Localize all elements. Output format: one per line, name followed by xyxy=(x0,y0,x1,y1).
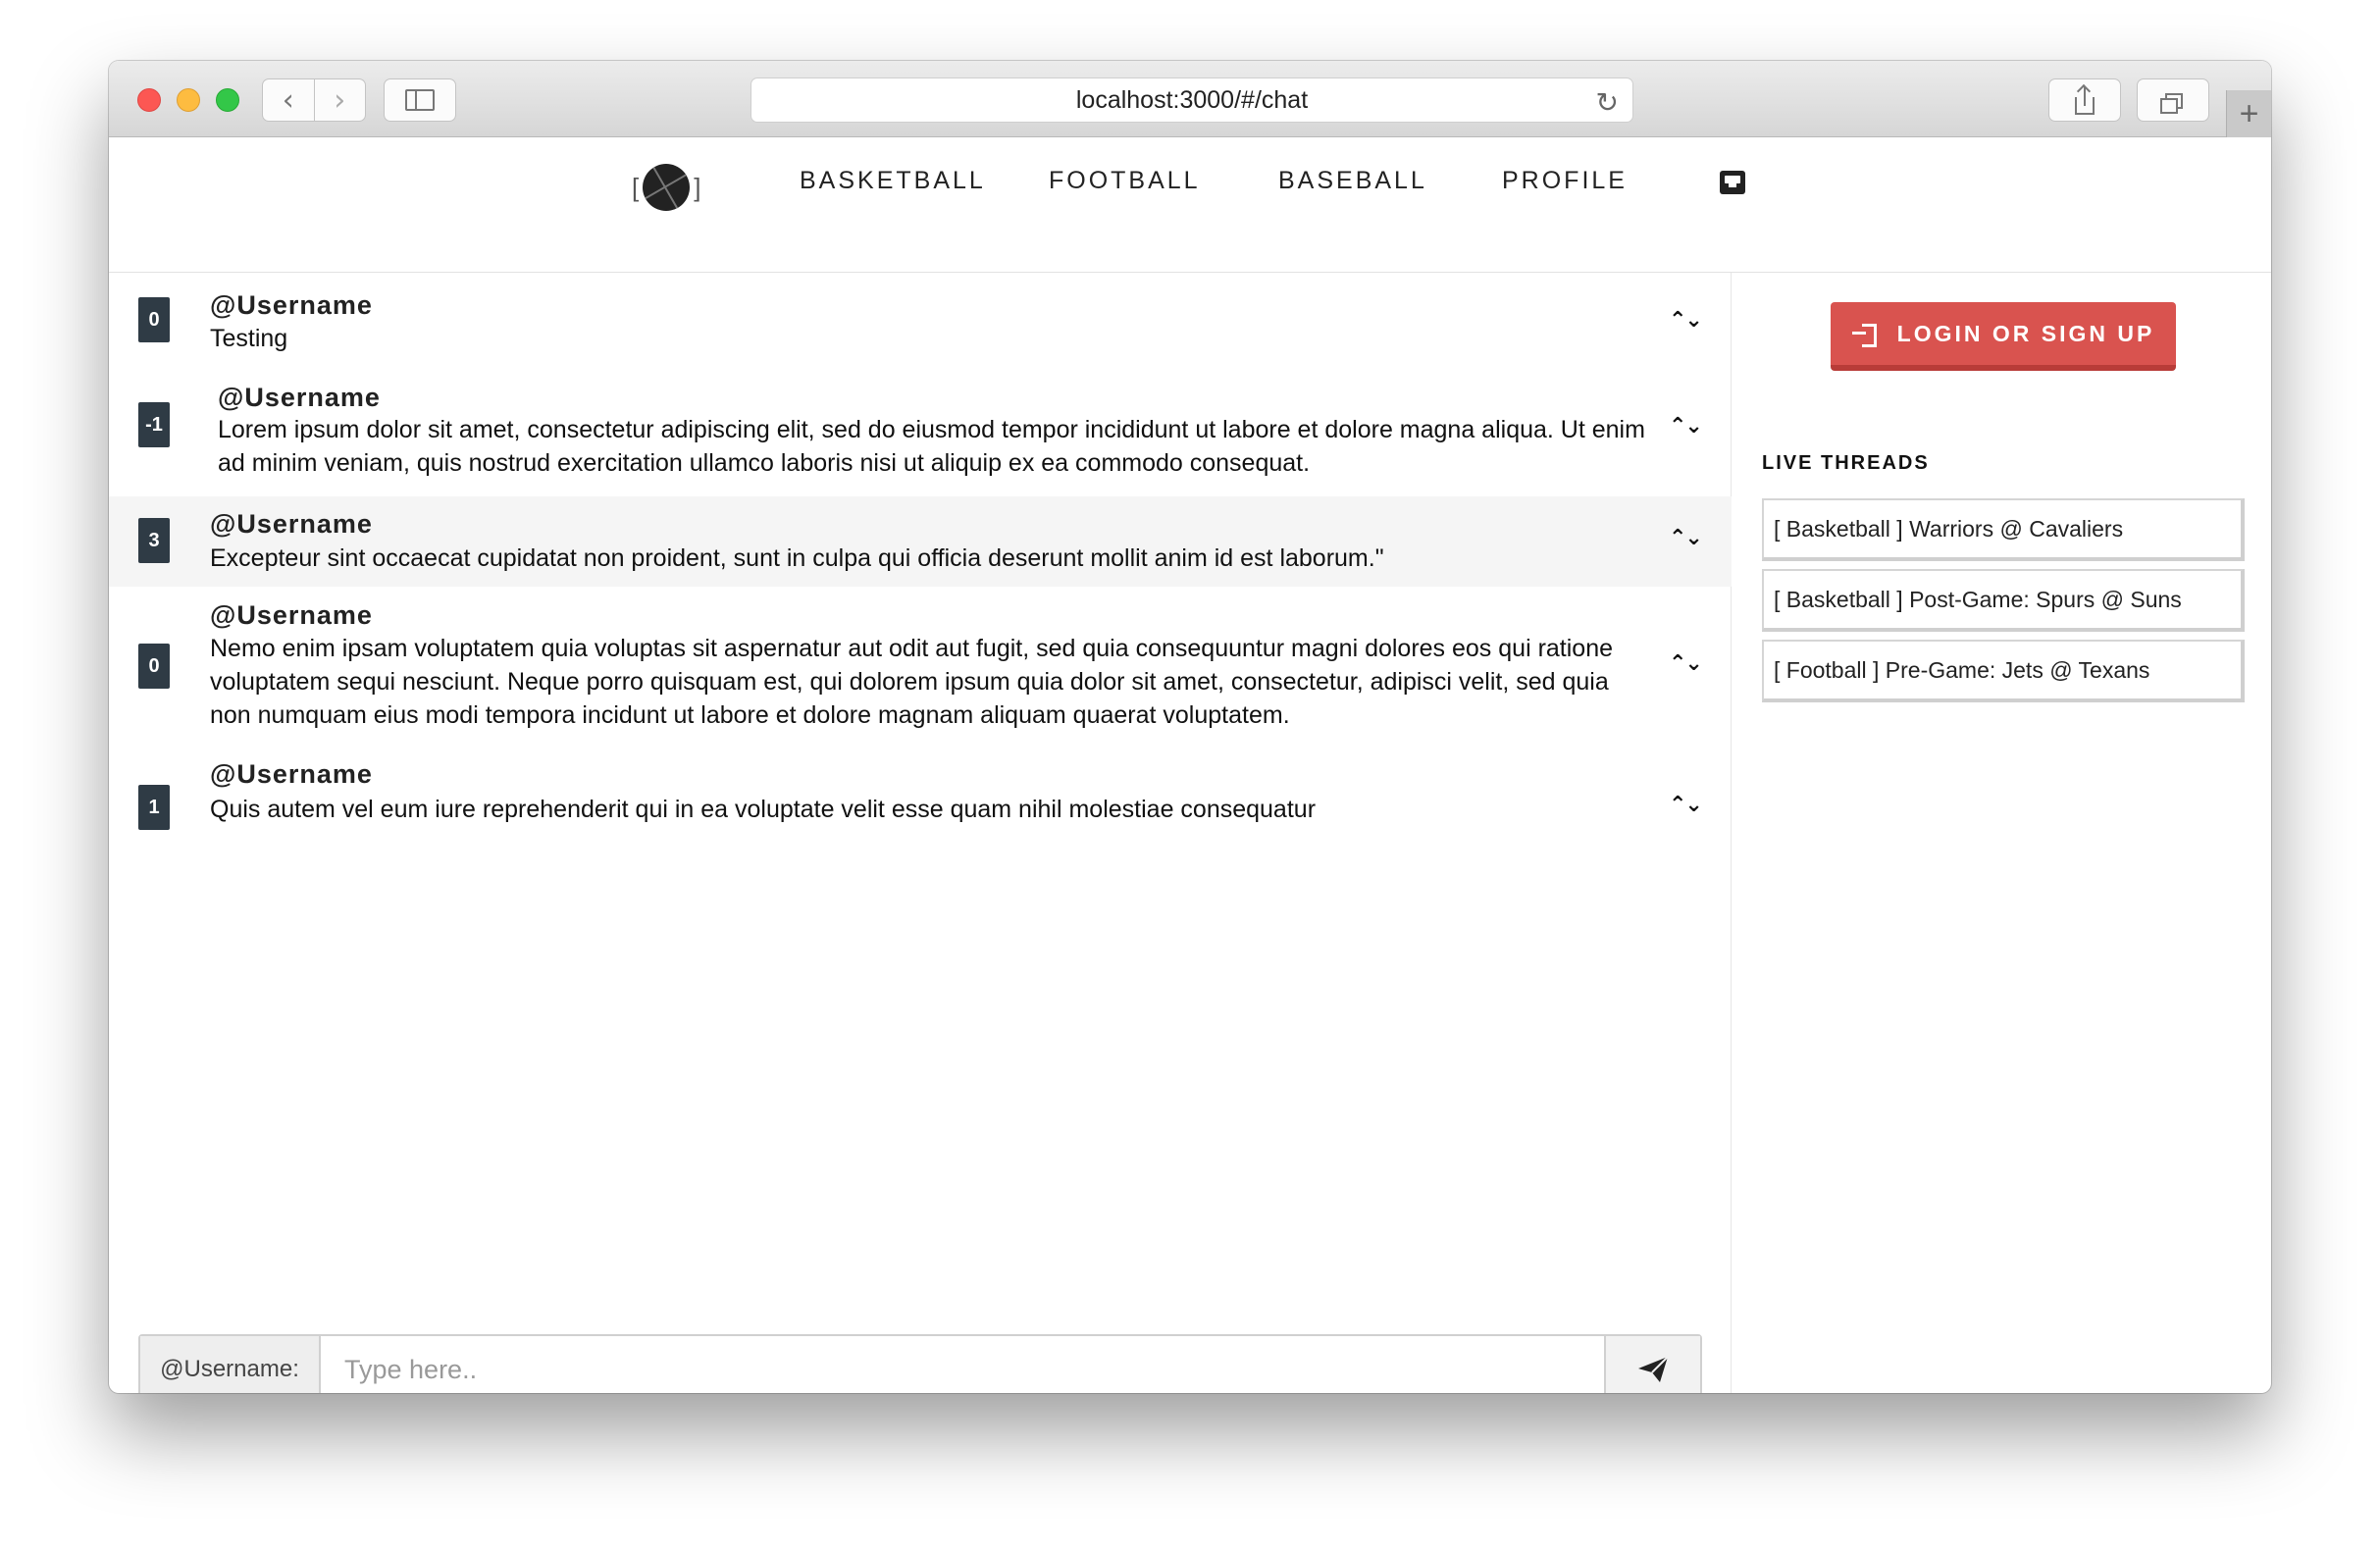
share-button[interactable] xyxy=(2048,78,2121,122)
live-thread-item[interactable]: [ Basketball ] Warriors @ Cavaliers xyxy=(1762,498,2245,561)
message-username[interactable]: @Username xyxy=(210,600,373,631)
login-signup-label: LOGIN OR SIGN UP xyxy=(1896,320,2155,346)
sidebar-icon xyxy=(405,89,435,111)
reload-icon[interactable]: ↻ xyxy=(1596,86,1619,119)
nav-football[interactable]: FOOTBALL xyxy=(1049,167,1201,195)
paper-plane-icon xyxy=(1638,1356,1669,1382)
nav-profile[interactable]: PROFILE xyxy=(1502,167,1628,195)
vote-count-badge: 3 xyxy=(138,518,170,563)
back-button[interactable]: ‹ xyxy=(263,79,314,121)
nav-baseball[interactable]: BASEBALL xyxy=(1278,167,1427,195)
vote-count-badge: -1 xyxy=(138,402,170,447)
inbox-icon[interactable] xyxy=(1720,171,1745,194)
minimize-window-button[interactable] xyxy=(177,88,200,112)
chat-message: -1 @Username Lorem ipsum dolor sit amet,… xyxy=(109,361,1732,487)
message-text: Quis autem vel eum iure reprehenderit qu… xyxy=(210,796,1317,823)
live-threads-heading: LIVE THREADS xyxy=(1762,452,1930,474)
browser-window: ‹ › localhost:3000/#/chat ↻ + [ ] BASKET… xyxy=(109,61,2271,1393)
chat-message: 3 @Username Excepteur sint occaecat cupi… xyxy=(109,496,1732,587)
browser-toolbar: ‹ › localhost:3000/#/chat ↻ + xyxy=(109,61,2271,137)
live-thread-item[interactable]: [ Football ] Pre-Game: Jets @ Texans xyxy=(1762,640,2245,702)
url-text: localhost:3000/#/chat xyxy=(1075,85,1309,114)
sidebar-toggle-button[interactable] xyxy=(384,78,456,122)
message-username[interactable]: @Username xyxy=(210,509,373,540)
new-tab-button[interactable]: + xyxy=(2226,90,2271,137)
chat-message: 1 @Username Quis autem vel eum iure repr… xyxy=(109,749,1732,844)
vote-arrows-icon[interactable]: ⌃⌄ xyxy=(1669,414,1703,439)
message-username[interactable]: @Username xyxy=(218,383,381,413)
chat-message: 0 @Username Testing ⌃⌄ xyxy=(109,273,1732,361)
message-text: Excepteur sint occaecat cupidatat non pr… xyxy=(210,544,1384,572)
vote-arrows-icon[interactable]: ⌃⌄ xyxy=(1669,651,1703,676)
message-text: Lorem ipsum dolor sit amet, consectetur … xyxy=(218,416,1645,477)
login-signup-button[interactable]: LOGIN OR SIGN UP xyxy=(1831,302,2176,371)
message-text: Testing xyxy=(210,325,288,352)
site-navbar: [ ] BASKETBALL FOOTBALL BASEBALL PROFILE xyxy=(109,137,2271,273)
vote-arrows-icon[interactable]: ⌃⌄ xyxy=(1669,793,1703,817)
composer-username-prefix: @Username: xyxy=(140,1336,321,1393)
show-tabs-button[interactable] xyxy=(2137,78,2209,122)
nav-basketball[interactable]: BASKETBALL xyxy=(800,167,986,195)
right-sidebar: LOGIN OR SIGN UP LIVE THREADS [ Basketba… xyxy=(1733,273,2271,1393)
message-username[interactable]: @Username xyxy=(210,759,373,790)
vote-count-badge: 1 xyxy=(138,785,170,830)
message-composer: @Username: xyxy=(138,1334,1702,1393)
chat-message: 0 @Username Nemo enim ipsam voluptatem q… xyxy=(109,589,1732,746)
history-nav: ‹ › xyxy=(262,78,366,122)
site-logo[interactable]: [ ] xyxy=(632,163,700,212)
message-input[interactable] xyxy=(321,1336,1604,1393)
send-button[interactable] xyxy=(1604,1336,1700,1393)
basketball-icon xyxy=(643,164,691,211)
sign-in-icon xyxy=(1851,321,1878,347)
close-window-button[interactable] xyxy=(137,88,161,112)
vote-arrows-icon[interactable]: ⌃⌄ xyxy=(1669,308,1703,333)
message-username[interactable]: @Username xyxy=(210,290,373,321)
chat-panel: 0 @Username Testing ⌃⌄ -1 @Username Lore… xyxy=(109,273,1732,1393)
address-bar[interactable]: localhost:3000/#/chat ↻ xyxy=(750,78,1633,123)
live-thread-item[interactable]: [ Basketball ] Post-Game: Spurs @ Suns xyxy=(1762,569,2245,632)
zoom-window-button[interactable] xyxy=(216,88,239,112)
chevron-right-icon: › xyxy=(334,82,346,118)
message-text: Nemo enim ipsam voluptatem quia voluptas… xyxy=(210,635,1614,729)
vote-arrows-icon[interactable]: ⌃⌄ xyxy=(1669,526,1703,550)
chevron-left-icon: ‹ xyxy=(282,82,294,118)
vote-count-badge: 0 xyxy=(138,297,170,342)
forward-button[interactable]: › xyxy=(313,79,366,121)
vote-count-badge: 0 xyxy=(138,644,170,689)
